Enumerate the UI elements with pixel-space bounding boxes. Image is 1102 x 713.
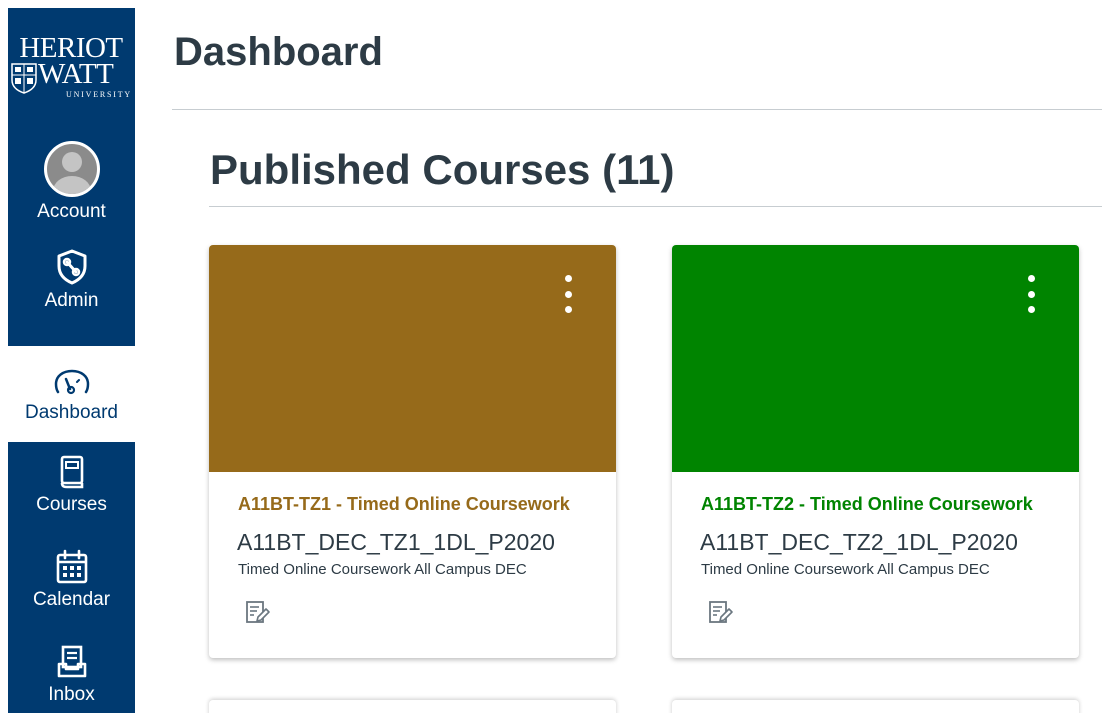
logo-text-university: UNIVERSITY bbox=[66, 90, 132, 99]
crest-icon bbox=[11, 63, 37, 94]
dashboard-speedometer-icon bbox=[54, 369, 89, 395]
courses-book-icon bbox=[60, 455, 83, 489]
course-card-term: Timed Online Coursework All Campus DEC bbox=[238, 561, 527, 578]
nav-item-account[interactable]: Account bbox=[8, 138, 135, 238]
course-card-title[interactable]: A11BT-TZ1 - Timed Online Coursework bbox=[238, 493, 590, 515]
assignment-icon[interactable] bbox=[708, 600, 734, 626]
section-divider bbox=[209, 206, 1102, 207]
nav-item-dashboard[interactable]: Dashboard bbox=[8, 346, 135, 442]
header-divider bbox=[172, 109, 1102, 110]
course-card-code: A11BT_DEC_TZ2_1DL_P2020 bbox=[700, 529, 1018, 555]
avatar-icon bbox=[43, 141, 100, 197]
published-courses-heading: Published Courses (11) bbox=[210, 146, 675, 193]
nav-label-calendar: Calendar bbox=[32, 589, 111, 610]
course-card-term: Timed Online Coursework All Campus DEC bbox=[701, 561, 990, 578]
course-card[interactable]: A11BT-TZ1 - Timed Online Coursework A11B… bbox=[209, 245, 616, 658]
logo-text-watt: WATT bbox=[38, 58, 114, 90]
nav-label-courses: Courses bbox=[36, 494, 107, 515]
nav-item-courses[interactable]: Courses bbox=[8, 448, 135, 540]
course-card-hero[interactable] bbox=[672, 245, 1079, 472]
nav-item-admin[interactable]: Admin bbox=[8, 248, 135, 346]
page-title: Dashboard bbox=[174, 30, 383, 74]
calendar-icon bbox=[56, 549, 87, 584]
nav-item-inbox[interactable]: Inbox bbox=[8, 638, 135, 713]
course-card[interactable]: A11BT-TZ2 - Timed Online Coursework A11B… bbox=[672, 245, 1079, 658]
admin-shield-icon bbox=[57, 249, 86, 285]
nav-label-dashboard: Dashboard bbox=[25, 402, 118, 423]
assignment-icon[interactable] bbox=[245, 600, 271, 626]
university-logo[interactable]: HERIOT WATT UNIVERSITY bbox=[8, 8, 135, 114]
course-card-hero[interactable] bbox=[209, 245, 616, 472]
global-navigation: HERIOT WATT UNIVERSITY Account Admin Das… bbox=[8, 8, 135, 713]
inbox-icon bbox=[57, 645, 86, 678]
course-card-partial[interactable] bbox=[209, 700, 616, 713]
nav-item-calendar[interactable]: Calendar bbox=[8, 543, 135, 635]
card-options-kebab-icon[interactable] bbox=[1021, 275, 1041, 313]
course-card-title[interactable]: A11BT-TZ2 - Timed Online Coursework bbox=[701, 493, 1053, 515]
course-card-code: A11BT_DEC_TZ1_1DL_P2020 bbox=[237, 529, 555, 555]
card-options-kebab-icon[interactable] bbox=[558, 275, 578, 313]
nav-label-account: Account bbox=[37, 201, 106, 222]
nav-label-inbox: Inbox bbox=[48, 684, 95, 705]
course-card-partial[interactable] bbox=[672, 700, 1079, 713]
nav-label-admin: Admin bbox=[44, 290, 99, 311]
